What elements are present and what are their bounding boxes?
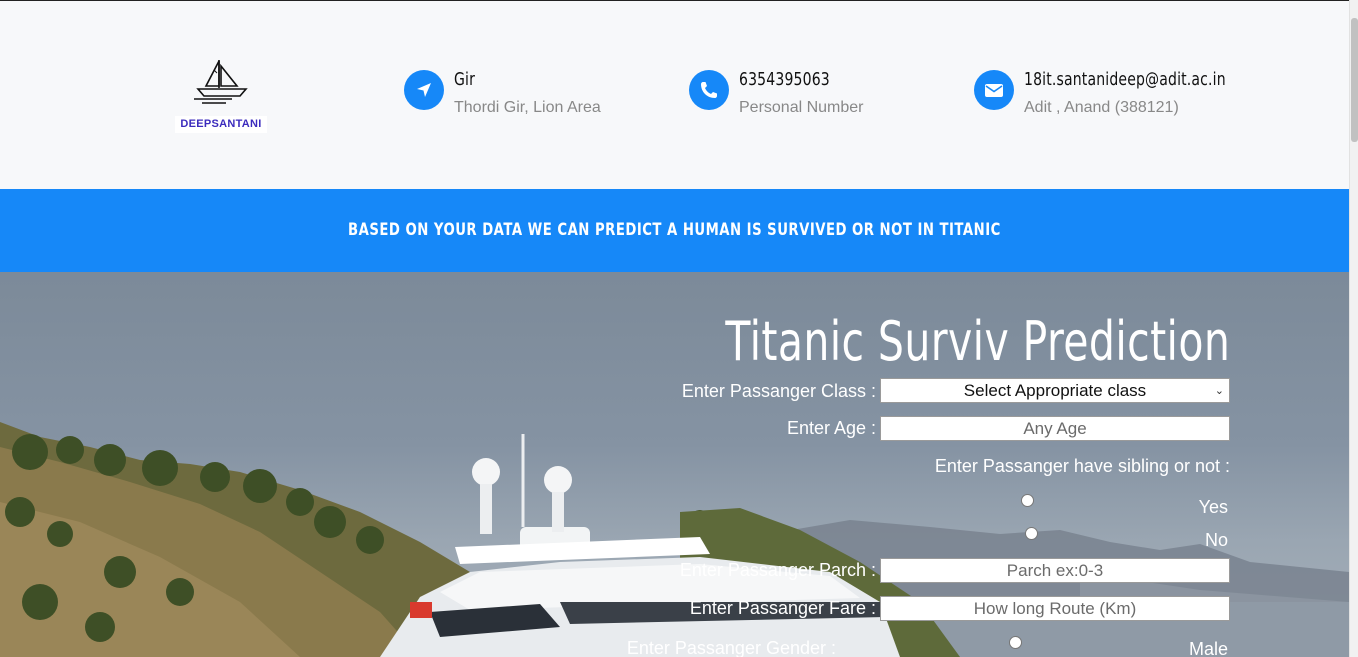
sibling-yes-label: Yes	[1198, 497, 1228, 517]
location-arrow-icon	[404, 70, 444, 110]
site-header: DEEPSANTANI Gir Thordi Gir, Lion Area 63…	[0, 1, 1349, 189]
gender-label: Enter Passanger Gender :	[626, 638, 836, 657]
class-select-value: Select Appropriate class	[963, 381, 1147, 400]
info-banner: BASED ON YOUR DATA WE CAN PREDICT A HUMA…	[0, 189, 1349, 272]
banner-text: BASED ON YOUR DATA WE CAN PREDICT A HUMA…	[348, 220, 1001, 240]
contact-phone: 6354395063 Personal Number	[689, 69, 919, 121]
sailboat-icon	[194, 60, 248, 104]
hero-section: Titanic Surviv Prediction Enter Passange…	[0, 272, 1349, 657]
class-label: Enter Passanger Class :	[681, 381, 876, 401]
contact-email-subtitle: Adit , Anand (388121)	[1024, 99, 1179, 116]
phone-icon	[689, 70, 729, 110]
class-select[interactable]: Select Appropriate class ⌄	[880, 378, 1230, 403]
contact-phone-title[interactable]: 6354395063	[739, 69, 830, 90]
sibling-no-radio[interactable]	[1025, 527, 1038, 540]
parch-input[interactable]: Parch ex:0-3	[880, 558, 1230, 583]
gender-male-radio[interactable]	[1009, 636, 1022, 649]
sibling-no-label: No	[1204, 530, 1228, 550]
contact-email-title[interactable]: 18it.santanideep@adit.ac.in	[1024, 69, 1226, 90]
contact-location-title: Gir	[454, 69, 476, 90]
sibling-yes-radio[interactable]	[1021, 494, 1034, 507]
logo-text: DEEPSANTANI	[175, 116, 267, 133]
chevron-down-icon: ⌄	[1214, 385, 1224, 397]
fare-label: Enter Passanger Fare :	[689, 598, 876, 618]
age-label: Enter Age :	[786, 418, 876, 438]
form-title: Titanic Surviv Prediction	[725, 310, 1230, 373]
gender-male-label: Male	[1188, 639, 1228, 657]
site-logo[interactable]: DEEPSANTANI	[175, 56, 267, 136]
parch-label: Enter Passanger Parch :	[679, 560, 876, 580]
contact-location-subtitle: Thordi Gir, Lion Area	[454, 99, 601, 116]
contact-location: Gir Thordi Gir, Lion Area	[404, 69, 634, 121]
envelope-icon	[974, 70, 1014, 110]
page-scrollbar[interactable]	[1349, 0, 1358, 657]
sibling-label: Enter Passanger have sibling or not :	[934, 456, 1230, 476]
fare-input[interactable]: How long Route (Km)	[880, 596, 1230, 621]
contact-email: 18it.santanideep@adit.ac.in Adit , Anand…	[974, 69, 1274, 121]
contact-phone-subtitle: Personal Number	[739, 99, 864, 116]
scrollbar-thumb[interactable]	[1351, 18, 1358, 142]
age-input[interactable]: Any Age	[880, 416, 1230, 441]
